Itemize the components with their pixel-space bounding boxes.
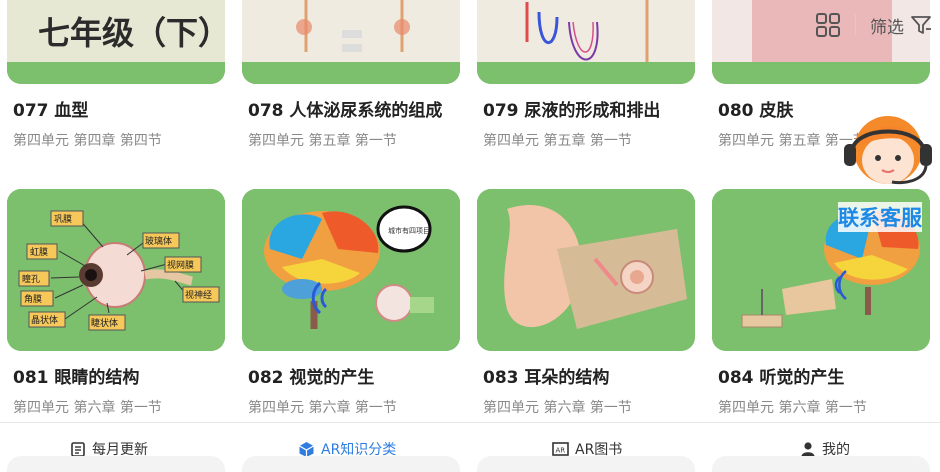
person-icon [801, 442, 815, 456]
card-title: 077 血型 [13, 101, 89, 121]
book-icon: AR [552, 442, 569, 456]
card-subtitle: 第四单元 第六章 第一节 [248, 400, 397, 416]
card-title: 081 眼睛的结构 [13, 368, 140, 388]
card-title: 084 听觉的产生 [718, 368, 845, 388]
header-divider [855, 14, 856, 36]
card-subtitle: 第四单元 第六章 第一节 [483, 400, 632, 416]
card-thumbnail [477, 189, 695, 351]
thought-bubble-text: 城市有四项目 [388, 226, 430, 235]
svg-text:AR: AR [556, 447, 566, 455]
eye-label: 晶状体 [31, 314, 58, 326]
eye-label: 视网膜 [167, 259, 194, 271]
card-thumbnail: 巩膜 虹膜 瞳孔 角膜 晶状体 睫状体 玻璃体 视网膜 视神经 [7, 189, 225, 351]
card-thumbnail: 城市有四项目 [242, 189, 460, 351]
card-subtitle: 第四单元 第五章 第一节 [248, 133, 397, 149]
page: 七年级（下） 筛选 077 血型 第四单元 第四章 第四节 078 人体泌尿系统… [0, 0, 940, 472]
calendar-icon [71, 442, 85, 457]
card-subtitle: 第四单元 第五章 第一节 [483, 133, 632, 149]
eye-label: 瞳孔 [22, 273, 40, 285]
eye-label: 巩膜 [54, 214, 72, 225]
card-subtitle: 第四单元 第四章 第四节 [13, 133, 162, 149]
next-row-card-peek [242, 456, 460, 472]
eye-label: 视神经 [185, 289, 212, 301]
brain-vision-illustration: 城市有四项目 [242, 189, 460, 351]
page-title: 七年级（下） [38, 14, 231, 52]
eye-label: 角膜 [24, 293, 42, 305]
card-subtitle: 第四单元 第六章 第一节 [13, 400, 162, 416]
next-row-card-peek [712, 456, 930, 472]
card-title: 079 尿液的形成和排出 [483, 101, 661, 121]
card-title: 083 耳朵的结构 [483, 368, 610, 388]
cube-icon [299, 441, 314, 457]
ear-illustration [477, 189, 695, 351]
card-title: 080 皮肤 [718, 101, 794, 121]
filter-button[interactable]: 筛选 [870, 13, 932, 38]
card-title: 082 视觉的产生 [248, 368, 375, 388]
customer-service-avatar-icon [844, 116, 932, 185]
customer-service-label: 联系客服 [838, 202, 922, 232]
card-subtitle: 第四单元 第六章 第一节 [718, 400, 867, 416]
customer-service-widget[interactable]: 联系客服 [832, 98, 940, 238]
filter-label: 筛选 [870, 17, 904, 38]
grid-view-icon[interactable] [815, 12, 841, 38]
eye-diagram: 巩膜 虹膜 瞳孔 角膜 晶状体 睫状体 玻璃体 视网膜 视神经 [7, 189, 225, 351]
card-thumbnail [242, 0, 460, 84]
eye-label: 虹膜 [30, 247, 48, 258]
eye-label: 睫状体 [91, 317, 118, 329]
filter-icon [911, 16, 931, 34]
card-thumbnail [477, 0, 695, 84]
card-title: 078 人体泌尿系统的组成 [248, 101, 443, 121]
header-tools: 筛选 [815, 12, 932, 38]
next-row-card-peek [7, 456, 225, 472]
eye-label: 玻璃体 [145, 235, 172, 247]
next-row-card-peek [477, 456, 695, 472]
